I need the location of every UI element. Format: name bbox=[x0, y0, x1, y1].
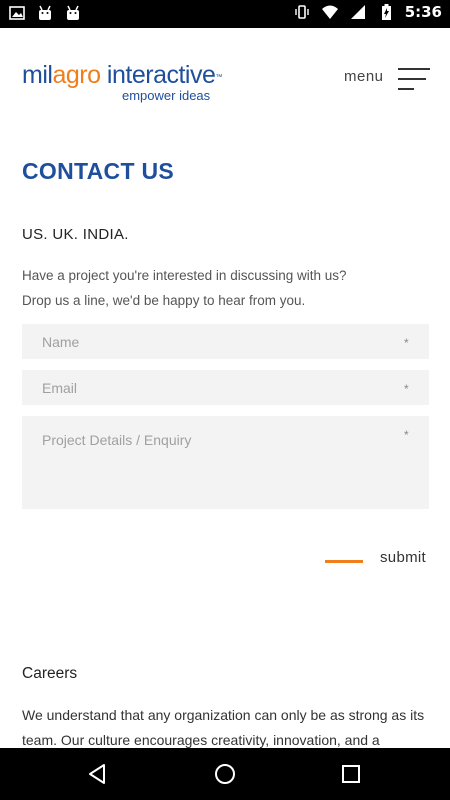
required-marker-project: * bbox=[404, 428, 409, 442]
intro-line-2: Drop us a line, we'd be happy to hear fr… bbox=[22, 293, 306, 308]
submit-accent-bar bbox=[325, 560, 363, 563]
submit-button[interactable]: submit bbox=[325, 548, 435, 570]
submit-label: submit bbox=[380, 549, 426, 566]
project-details-textarea[interactable] bbox=[22, 416, 429, 509]
status-left-icons bbox=[8, 4, 82, 22]
vibrate-icon bbox=[294, 5, 309, 19]
image-icon bbox=[9, 6, 25, 20]
signal-icon bbox=[350, 5, 365, 19]
back-icon[interactable] bbox=[84, 760, 112, 788]
contact-intro: Have a project you're interested in disc… bbox=[22, 263, 432, 313]
menu-label[interactable]: menu bbox=[344, 68, 384, 85]
status-right-icons: 5:36 bbox=[293, 3, 442, 21]
battery-charging-icon bbox=[381, 4, 391, 20]
email-input[interactable] bbox=[22, 370, 429, 405]
page-title: CONTACT US bbox=[22, 158, 175, 184]
office-locations: US. UK. INDIA. bbox=[22, 226, 129, 243]
wifi-icon bbox=[321, 5, 338, 19]
careers-heading: Careers bbox=[22, 665, 78, 682]
logo-part-interactive: interactive bbox=[100, 61, 216, 89]
logo-part-agro: agro bbox=[52, 61, 101, 89]
logo-tagline: empower ideas bbox=[122, 88, 211, 103]
home-icon[interactable] bbox=[211, 760, 239, 788]
navigation-bar bbox=[0, 748, 450, 800]
logo-wordmark: milagro interactive™ bbox=[22, 62, 222, 88]
status-bar: 5:36 bbox=[0, 0, 450, 28]
required-marker-name: * bbox=[404, 336, 409, 350]
recents-icon[interactable] bbox=[337, 760, 365, 788]
android-icon bbox=[39, 5, 51, 20]
intro-line-1: Have a project you're interested in disc… bbox=[22, 268, 347, 283]
logo-part-mil: mil bbox=[22, 61, 53, 89]
android-icon bbox=[67, 5, 79, 20]
hamburger-menu-icon[interactable] bbox=[398, 68, 430, 90]
milagro-logo[interactable]: milagro interactive™ empower ideas bbox=[22, 62, 222, 103]
logo-trademark: ™ bbox=[215, 74, 222, 81]
site-header: milagro interactive™ empower ideas menu bbox=[0, 28, 450, 118]
required-marker-email: * bbox=[404, 382, 409, 396]
status-time: 5:36 bbox=[404, 3, 442, 21]
careers-text: We understand that any organization can … bbox=[22, 707, 425, 748]
name-input[interactable] bbox=[22, 324, 429, 359]
